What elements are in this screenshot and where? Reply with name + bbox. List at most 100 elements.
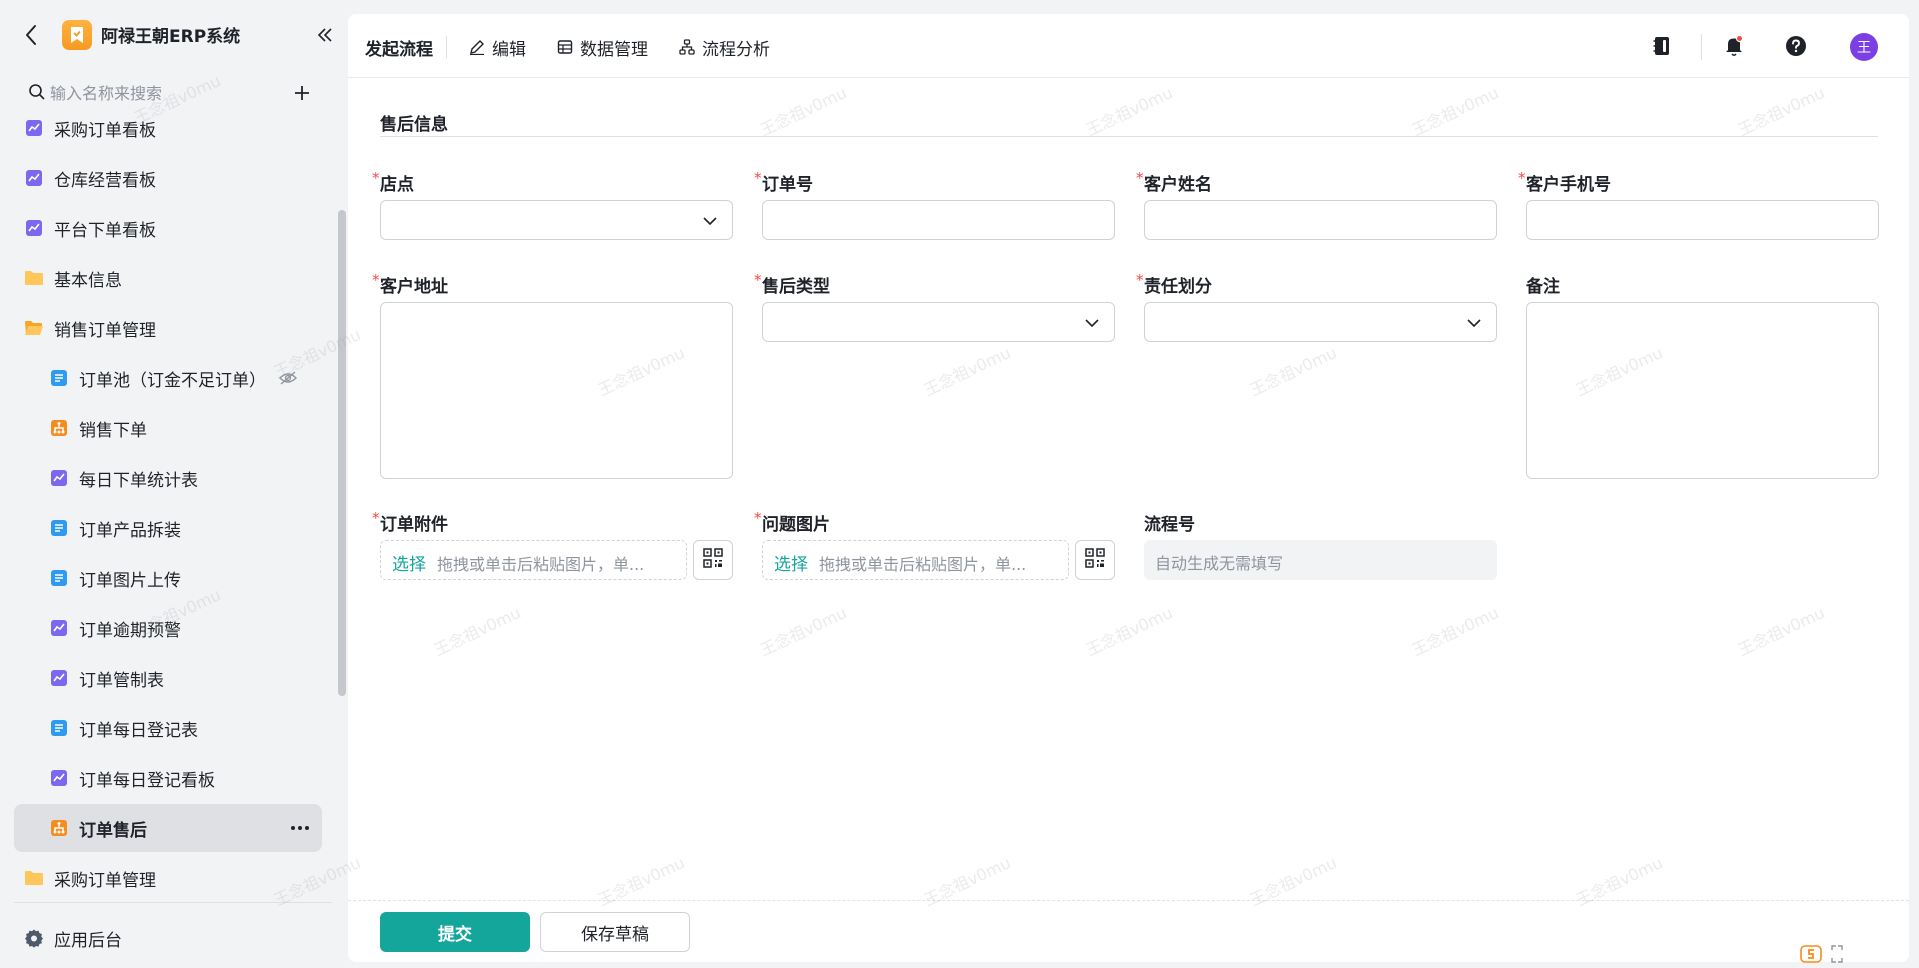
sidebar-item-sales-orders[interactable]: 销售订单管理	[14, 304, 322, 352]
submit-button[interactable]: 提交	[380, 912, 530, 952]
sidebar-item-label: 每日下单统计表	[79, 471, 198, 491]
main-panel: 发起流程 编辑 数据管理 流程分析 王 售后信息 * 店点 * 订单号 * 客户…	[348, 14, 1909, 962]
sidebar-scrollbar[interactable]	[338, 210, 346, 696]
search-row	[0, 78, 342, 108]
tab-data-management[interactable]: 数据管理	[556, 34, 648, 60]
tab-edit[interactable]: 编辑	[468, 34, 526, 60]
avatar[interactable]: 王	[1850, 33, 1878, 61]
collapse-sidebar-icon[interactable]	[314, 24, 336, 46]
tab-process-analysis[interactable]: 流程分析	[678, 34, 770, 60]
flow-icon	[49, 818, 69, 838]
sidebar-item-order-control[interactable]: 订单管制表	[14, 654, 322, 702]
customer-address-textarea[interactable]	[381, 303, 732, 478]
folder-icon	[24, 868, 44, 888]
required-mark: *	[1136, 169, 1144, 187]
field-label-aftersale-type: * 售后类型	[754, 271, 830, 297]
sidebar-item-purchase-board[interactable]: 采购订单看板	[14, 110, 322, 152]
customer-name-field[interactable]	[1144, 200, 1497, 240]
sidebar-item-daily-register[interactable]: 订单每日登记表	[14, 704, 322, 752]
qrcode-icon	[1085, 547, 1105, 573]
sidebar-item-order-pool[interactable]: 订单池（订金不足订单）	[14, 354, 322, 402]
chart-icon	[49, 618, 69, 638]
customer-name-input[interactable]	[1145, 201, 1496, 239]
sidebar-item-label: 销售下单	[79, 421, 147, 441]
sidebar-item-label: 订单每日登记看板	[79, 771, 215, 791]
add-icon[interactable]	[290, 81, 314, 105]
remark-textarea[interactable]	[1527, 303, 1878, 478]
notebook-icon[interactable]	[1648, 32, 1676, 60]
required-mark: *	[1136, 271, 1144, 289]
chevron-down-icon	[700, 211, 720, 231]
help-icon[interactable]	[1782, 32, 1810, 60]
field-label-order-no: * 订单号	[754, 169, 813, 195]
form-icon	[49, 518, 69, 538]
corner-widget[interactable]	[1800, 944, 1860, 968]
more-icon[interactable]	[288, 816, 312, 840]
app-logo-icon	[62, 20, 92, 50]
chart-icon	[49, 668, 69, 688]
save-draft-button[interactable]: 保存草稿	[540, 912, 690, 952]
required-mark: *	[754, 509, 762, 527]
order-attachment-upload[interactable]: 选择 拖拽或单击后粘贴图片，单...	[380, 540, 687, 580]
sidebar-item-label: 平台下单看板	[54, 221, 156, 241]
sidebar-item-order-overdue[interactable]: 订单逾期预警	[14, 604, 322, 652]
sidebar-item-order-product-split[interactable]: 订单产品拆装	[14, 504, 322, 552]
sidebar-item-label: 采购订单看板	[54, 121, 156, 141]
sidebar-header: 阿禄王朝ERP系统	[0, 12, 342, 58]
qrcode-upload-button[interactable]	[693, 540, 733, 580]
sidebar-item-daily-order-stats[interactable]: 每日下单统计表	[14, 454, 322, 502]
sidebar-item-label: 订单逾期预警	[79, 621, 181, 641]
sidebar-item-purchase-orders[interactable]: 采购订单管理	[14, 854, 322, 900]
customer-address-field[interactable]	[380, 302, 733, 479]
nav-list: 采购订单看板 仓库经营看板 平台下单看板 基本信息 销售订单管理 订单池（订金不…	[0, 110, 342, 900]
expand-icon	[1830, 944, 1844, 968]
upload-select-link[interactable]: 选择	[392, 550, 426, 575]
flow-chart-icon	[678, 38, 696, 56]
sidebar-item-daily-register-board[interactable]: 订单每日登记看板	[14, 754, 322, 802]
app-backend-link[interactable]: 应用后台	[14, 914, 322, 962]
customer-phone-field[interactable]	[1526, 200, 1879, 240]
sidebar-item-platform-board[interactable]: 平台下单看板	[14, 204, 322, 252]
upload-hint: 拖拽或单击后粘贴图片，单...	[437, 555, 645, 574]
remark-field[interactable]	[1526, 302, 1879, 479]
problem-images-upload[interactable]: 选择 拖拽或单击后粘贴图片，单...	[762, 540, 1069, 580]
order-no-input[interactable]	[763, 201, 1114, 239]
order-no-field[interactable]	[762, 200, 1115, 240]
qrcode-upload-button[interactable]	[1075, 540, 1115, 580]
store-select[interactable]	[380, 200, 733, 240]
sidebar-item-label: 销售订单管理	[54, 321, 156, 341]
sidebar-divider	[14, 902, 332, 903]
app-title: 阿禄王朝ERP系统	[101, 27, 241, 47]
required-mark: *	[1518, 169, 1526, 187]
folder-open-icon	[24, 318, 44, 338]
chevron-down-icon	[1464, 313, 1484, 333]
sidebar-item-basic-info[interactable]: 基本信息	[14, 254, 322, 302]
tab-label: 发起流程	[365, 39, 433, 60]
responsibility-select[interactable]	[1144, 302, 1497, 342]
topbar-divider	[446, 36, 447, 58]
chart-icon	[49, 468, 69, 488]
sidebar-item-label: 订单售后	[79, 821, 147, 841]
sidebar-item-order-aftersale[interactable]: 订单售后	[14, 804, 322, 852]
field-label-customer-address: * 客户地址	[372, 271, 448, 297]
sidebar-item-order-image-upload[interactable]: 订单图片上传	[14, 554, 322, 602]
back-arrow-icon[interactable]	[20, 22, 42, 48]
flow-no-placeholder: 自动生成无需填写	[1155, 554, 1284, 573]
required-mark: *	[372, 509, 380, 527]
field-label-customer-name: * 客户姓名	[1136, 169, 1212, 195]
sidebar-item-warehouse-board[interactable]: 仓库经营看板	[14, 154, 322, 202]
customer-phone-input[interactable]	[1527, 201, 1878, 239]
aftersale-type-select[interactable]	[762, 302, 1115, 342]
upload-select-link[interactable]: 选择	[774, 550, 808, 575]
field-label-remark: 备注	[1526, 277, 1560, 297]
tab-label: 流程分析	[702, 39, 770, 60]
section-divider	[380, 136, 1878, 137]
search-input[interactable]	[50, 80, 280, 106]
chart-icon	[24, 168, 44, 188]
tab-start-process[interactable]: 发起流程	[365, 34, 433, 60]
sidebar-item-sales-order[interactable]: 销售下单	[14, 404, 322, 452]
section-title: 售后信息	[380, 115, 448, 135]
bell-icon[interactable]	[1720, 32, 1748, 60]
chart-icon	[49, 768, 69, 788]
chart-icon	[24, 218, 44, 238]
